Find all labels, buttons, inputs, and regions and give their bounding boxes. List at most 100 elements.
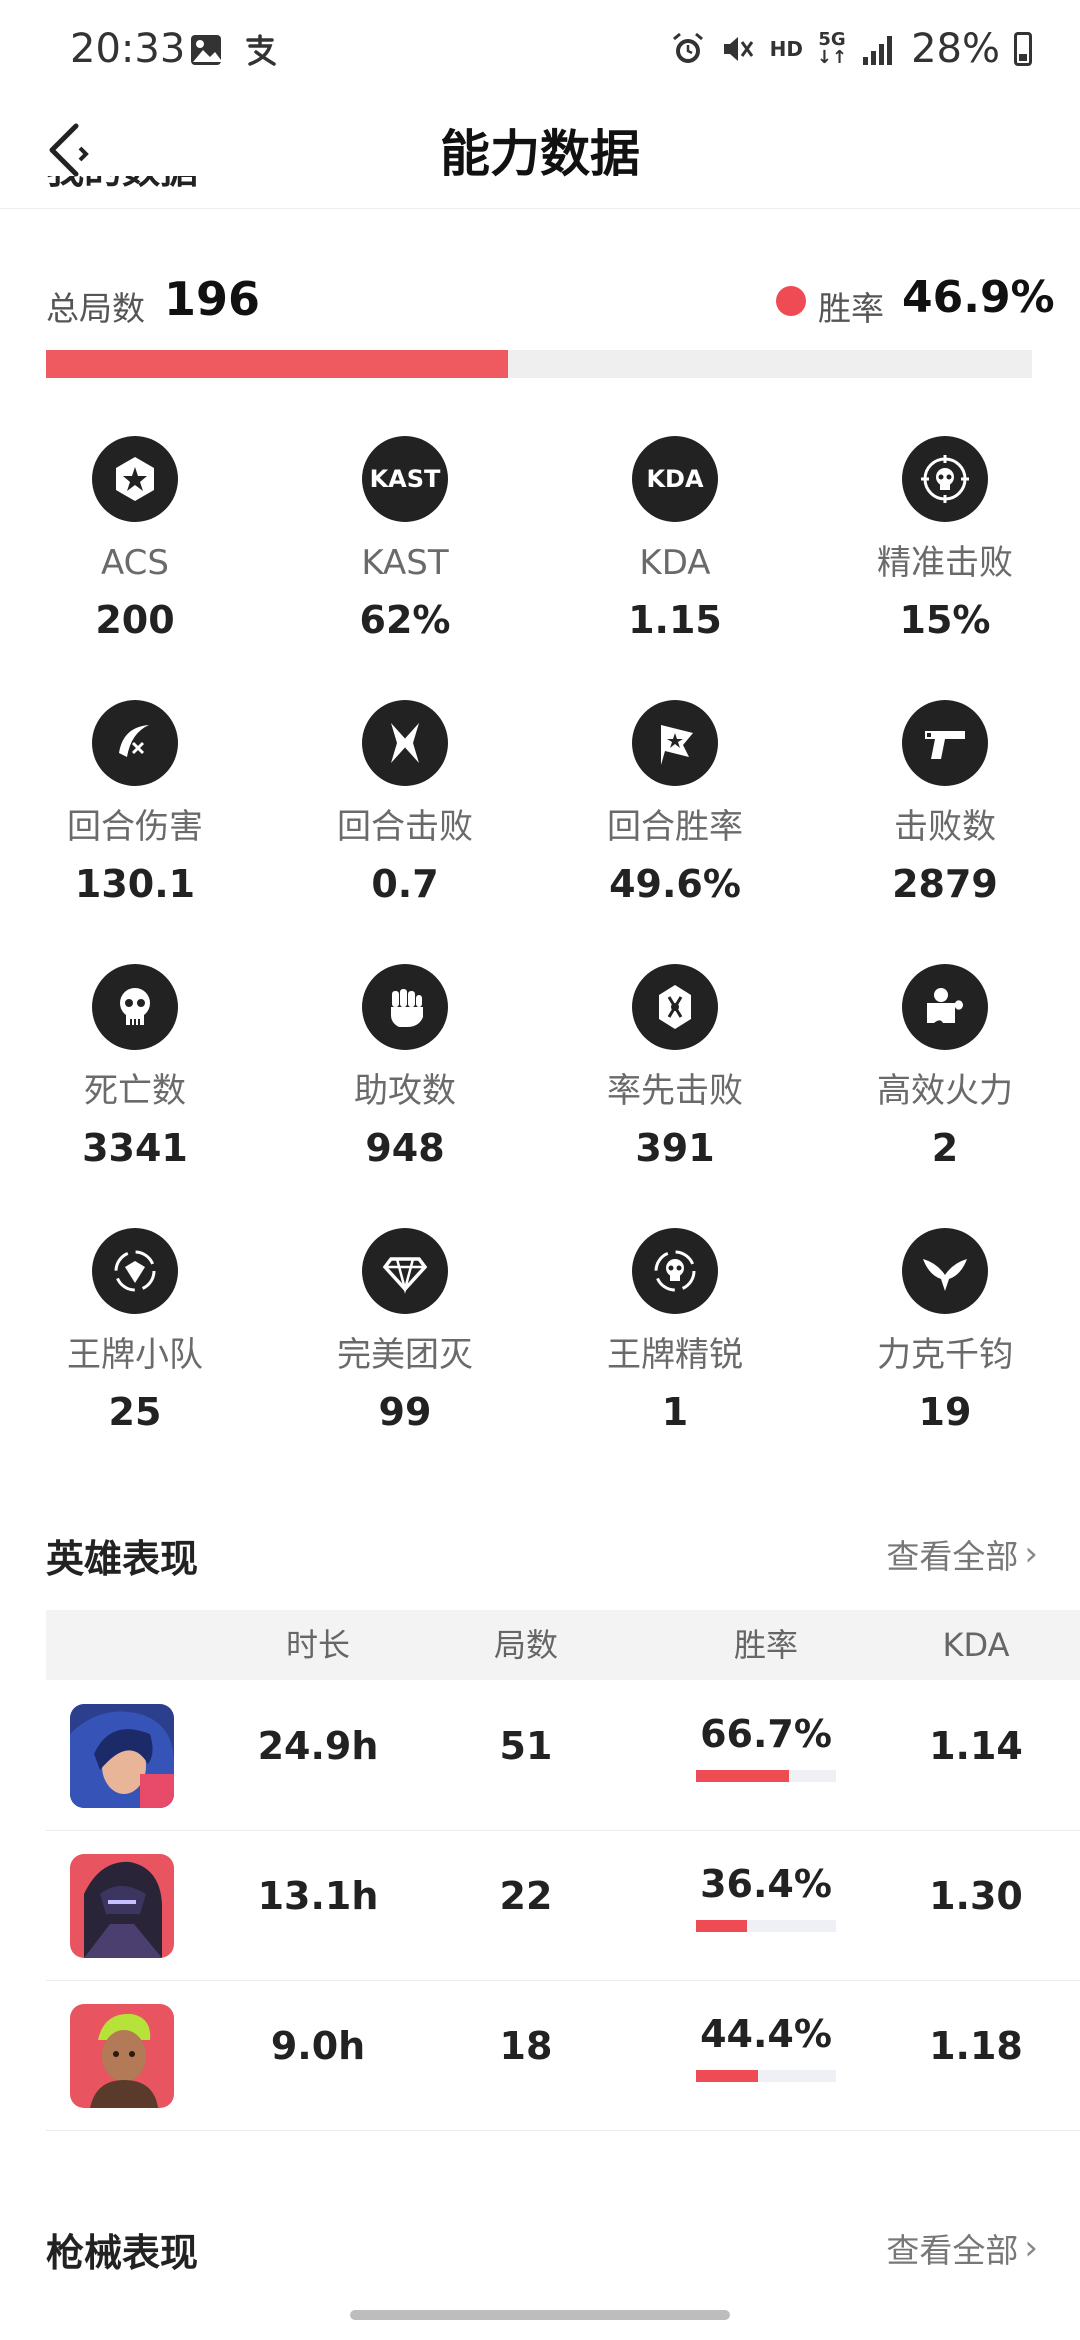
gallery-icon [191,35,221,65]
stat-label: 高效火力 [877,1071,1013,1111]
stat-kda: KDA KDA 1.15 [540,436,810,642]
wings-icon [902,1228,988,1314]
hero-duration: 24.9h [257,1724,379,1768]
table-row[interactable]: 13.1h 22 36.4% 1.30 [46,1830,1080,1981]
hero-winrate: 44.4% [700,2012,832,2056]
stat-label: 力克千钧 [877,1335,1013,1375]
heroes-view-all-link[interactable]: 查看全部 › [886,1530,1038,1578]
stat-value: 948 [365,1126,445,1170]
status-bar: 20:33 HD 5G ↓↑ 28% [0,0,1080,100]
total-games-label: 总局数 [46,289,145,328]
mute-icon [723,37,753,61]
winrate-label: 胜率 [818,289,884,328]
col-duration: 时长 [285,1626,350,1664]
col-winrate: 胜率 [733,1626,798,1664]
stat-headshot: 精准击败 15% [810,436,1080,642]
stat-label: 回合伤害 [67,807,203,847]
hero-winrate-bar [696,2070,836,2082]
winrate-progress-bar [46,350,1032,378]
stat-round-kills: 回合击败 0.7 [270,700,540,906]
hero-kda: 1.14 [929,1724,1023,1768]
stat-value: 130.1 [74,862,196,906]
hero-avatar [70,1854,174,1958]
stat-value: 3341 [82,1126,188,1170]
ace-squad-icon [92,1228,178,1314]
stat-label: 精准击败 [877,543,1013,583]
first-blood-icon [632,964,718,1050]
stat-firepower: 高效火力 2 [810,964,1080,1170]
my-data-section-title: 我的数据 [46,176,198,210]
hero-winrate-bar [696,1920,836,1932]
stat-acs: ACS 200 [0,436,270,642]
hero-winrate: 36.4% [700,1862,832,1906]
stat-ace-squad: 王牌小队 25 [0,1228,270,1434]
status-right-icons: HD 5G ↓↑ 28% [670,26,1032,72]
stat-value: 1 [661,1390,689,1434]
weapons-section-title: 枪械表现 [46,2231,199,2275]
kast-icon: KAST [362,436,448,522]
stat-label: 回合胜率 [607,807,743,847]
stat-deaths: 死亡数 3341 [0,964,270,1170]
stat-label: KDA [639,543,711,583]
stat-label: 王牌精锐 [607,1335,743,1375]
hero-duration: 9.0h [270,2024,366,2068]
weapons-view-all-link[interactable]: 查看全部 › [886,2224,1038,2272]
stat-label: 率先击败 [607,1071,743,1111]
total-games-value: 196 [164,272,261,326]
hero-games: 22 [499,1874,553,1918]
view-all-label: 查看全部 [886,1537,1019,1576]
puzzle-firepower-icon [902,964,988,1050]
stat-value: 19 [918,1390,972,1434]
hero-games: 18 [499,2024,553,2068]
table-row[interactable]: 24.9h 51 66.7% 1.14 [46,1680,1080,1831]
stat-value: 200 [95,598,175,642]
status-left-icons [188,32,278,68]
hero-winrate: 66.7% [700,1712,832,1756]
heroes-section-title: 英雄表现 [46,1537,199,1581]
stat-label: 回合击败 [337,807,473,847]
table-row[interactable]: 9.0h 18 44.4% 1.18 [46,1980,1080,2131]
heroes-table-header: 时长 局数 胜率 KDA [46,1610,1080,1680]
hero-duration: 13.1h [257,1874,379,1918]
stat-label: 击败数 [894,807,996,847]
stat-label: 完美团灭 [337,1335,473,1375]
hero-winrate-bar [696,1770,836,1782]
slash-damage-icon [92,700,178,786]
col-games: 局数 [493,1626,558,1664]
home-indicator[interactable] [350,2310,730,2320]
hero-winrate-fill [696,1920,747,1932]
skull-icon [92,964,178,1050]
signal-icon [863,36,893,65]
stat-value: 99 [378,1390,432,1434]
stat-label: 死亡数 [84,1071,186,1111]
elite-skull-icon [632,1228,718,1314]
stat-value: 2 [931,1126,959,1170]
winrate-progress-fill [46,350,509,378]
hero-winrate-fill [696,1770,790,1782]
fist-icon [362,964,448,1050]
winrate-dot [776,286,806,316]
hero-winrate-fill [696,2070,759,2082]
crosshair-skull-icon [902,436,988,522]
kda-icon: KDA [632,436,718,522]
pistol-icon [902,700,988,786]
stat-clutch: 力克千钧 19 [810,1228,1080,1434]
network-indicator: 5G ↓↑ [816,29,848,68]
stat-value: 62% [359,598,451,642]
hero-kda: 1.30 [929,1874,1023,1918]
chevron-right-icon: › [1024,2228,1038,2268]
winrate-value: 46.9% [902,272,1055,323]
status-time: 20:33 [70,26,186,72]
hero-avatar [70,2004,174,2108]
flag-icon [632,700,718,786]
hero-kda: 1.18 [929,2024,1023,2068]
stat-label: 王牌小队 [67,1335,203,1375]
chevron-right-icon: › [1024,1534,1038,1574]
stat-round-damage: 回合伤害 130.1 [0,700,270,906]
stat-label: KAST [361,543,449,583]
alipay-icon [246,34,276,66]
stat-flawless: 完美团灭 99 [270,1228,540,1434]
stat-kills: 击败数 2879 [810,700,1080,906]
stat-assists: 助攻数 948 [270,964,540,1170]
stat-label: 助攻数 [354,1071,456,1111]
